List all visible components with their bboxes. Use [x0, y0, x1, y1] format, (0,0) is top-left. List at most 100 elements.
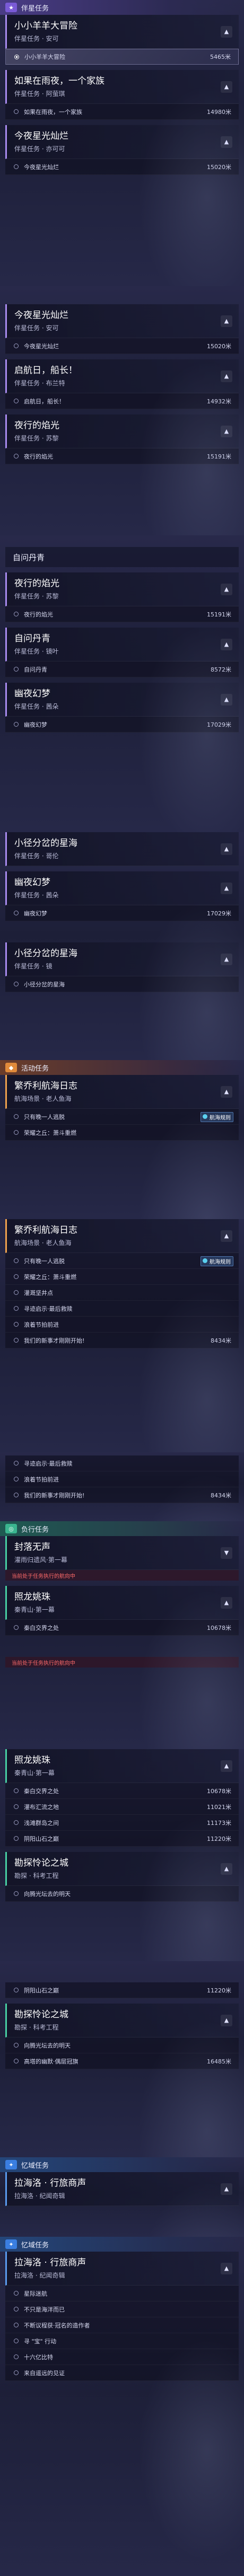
quest-title: 小径分岔的星海 [14, 838, 77, 849]
quest-step-selected[interactable]: 小小羊羊大冒险 5465米 [5, 49, 239, 65]
quest-card[interactable]: 夜行的焰光 伴星任务 · 苏黎 ▲ [5, 572, 239, 606]
quest-card[interactable]: 夜行的焰光 伴星任务 · 苏黎 ▲ [5, 414, 239, 448]
chevron-up-icon[interactable]: ▲ [221, 638, 232, 650]
chevron-up-icon[interactable]: ▲ [221, 882, 232, 894]
quest-step[interactable]: 夜行的焰光 15191米 [5, 606, 239, 622]
chevron-up-icon[interactable]: ▲ [221, 1230, 232, 1242]
quest-step[interactable]: 不断议程获·冠名的造作者 [5, 2317, 239, 2333]
quest-step[interactable]: 寻 "宝" 行动 [5, 2333, 239, 2349]
quest-card[interactable]: 幽夜幻梦 伴星任务 · 茜朵 ▲ [5, 871, 239, 905]
quest-card[interactable]: 幽夜幻梦 伴星任务 · 茜朵 ▲ [5, 683, 239, 717]
quest-step[interactable]: 寻迹启示·最后救赎 [5, 1301, 239, 1317]
chevron-down-icon[interactable]: ▼ [221, 1547, 232, 1559]
chevron-up-icon[interactable]: ▲ [221, 2183, 232, 2195]
radio-icon [14, 1461, 19, 1466]
quest-card[interactable]: 小径分岔的星海 伴星任务 · 哥伦 ▲ [5, 832, 239, 866]
chevron-up-icon[interactable]: ▲ [221, 425, 232, 437]
quest-card[interactable]: 照龙姚珠 秦青山·第一幕 ▲ [5, 1749, 239, 1783]
quest-step[interactable]: 今夜星光灿烂 15020米 [5, 338, 239, 354]
quest-step[interactable]: 启航日，船长！ 14932米 [5, 393, 239, 409]
quest-step[interactable]: 寻迹启示·最后救赎 [5, 1455, 239, 1471]
quest-card[interactable]: 今夜星光灿烂 伴星任务 · 亦可可 ▲ [5, 125, 239, 159]
chevron-up-icon[interactable]: ▲ [221, 953, 232, 965]
chevron-up-icon[interactable]: ▲ [221, 1596, 232, 1609]
nav-rules-badge[interactable]: 航海规则 [201, 1112, 233, 1122]
quest-step[interactable]: 小径分岔的星海 [5, 976, 239, 992]
chevron-up-icon[interactable]: ▲ [221, 25, 232, 38]
quest-card[interactable]: 今夜星光灿烂 伴星任务 · 安可 ▲ [5, 304, 239, 338]
section-title: 伴星任务 [21, 4, 49, 13]
chevron-up-icon[interactable]: ▲ [221, 1086, 232, 1098]
quest-card[interactable]: 封落无声 灌雨归遗风·第一幕 ▼ [5, 1536, 239, 1570]
radio-icon [14, 1322, 19, 1327]
step-label: 幽夜幻梦 [24, 910, 47, 917]
step-label: 如果在雨夜，一个家族 [24, 108, 82, 116]
quest-card[interactable]: 勘探怜论之城 勘探 · 科考工程 ▲ [5, 2004, 239, 2037]
destiny-badge-icon: ◎ [5, 1524, 17, 1533]
quest-card[interactable]: 小径分岔的星海 伴星任务 · 镜 ▲ [5, 942, 239, 976]
quest-card[interactable]: 照龙姚珠 秦青山·第一幕 ▲ [5, 1586, 239, 1620]
chevron-up-icon[interactable]: ▲ [221, 2262, 232, 2274]
quest-step[interactable]: 阴阳山石之巅 11220米 [5, 1982, 239, 1998]
quest-step[interactable]: 星际迷航 [5, 2286, 239, 2301]
chevron-up-icon[interactable]: ▲ [221, 1863, 232, 1875]
radio-icon [14, 1820, 19, 1825]
step-distance: 14980米 [207, 108, 231, 116]
quest-card[interactable]: 启航日，船长！ 伴星任务 · 布兰特 ▲ [5, 359, 239, 393]
quest-step[interactable]: 向腾光坛去的明天 [5, 1886, 239, 1902]
quest-step[interactable]: 向腾光坛去的明天 [5, 2037, 239, 2053]
chevron-up-icon[interactable]: ▲ [221, 81, 232, 93]
quest-step[interactable]: 灌溉坚井点 [5, 1285, 239, 1301]
step-label: 灌溉坚井点 [24, 1289, 53, 1296]
quest-step[interactable]: 高塔的幽默·偶层冠旗 16485米 [5, 2053, 239, 2069]
quest-card[interactable]: 拉海洛 · 行旅商声 拉海洛 · 纪闻奇辑 ▲ [5, 2252, 239, 2286]
quest-step[interactable]: 秦白交界之处 10678米 [5, 1620, 239, 1636]
chevron-up-icon[interactable]: ▲ [221, 315, 232, 327]
quest-step[interactable]: 只有晚一人逃脱 航海规则 [5, 1109, 239, 1125]
quest-card[interactable]: 繁乔利航海日志 航海场景 · 老人鱼海 ▲ [5, 1075, 239, 1109]
quest-step[interactable]: 浪着节拍前进 [5, 1471, 239, 1487]
warning-message: 当前处于任务执行的航向中 [5, 1657, 239, 1668]
chevron-up-icon[interactable]: ▲ [221, 2014, 232, 2026]
quest-step[interactable]: 浪着节拍前进 [5, 1317, 239, 1333]
chevron-up-icon[interactable]: ▲ [221, 693, 232, 705]
quest-card[interactable]: 自问丹青 伴星任务 · 镜叶 ▲ [5, 628, 239, 661]
quest-step[interactable]: 十六亿比特 [5, 2349, 239, 2365]
quest-step[interactable]: 阴阳山石之巅 11220米 [5, 1831, 239, 1847]
quest-step[interactable]: 幽夜幻梦 17029米 [5, 717, 239, 733]
nav-rules-badge[interactable]: 航海规则 [201, 1256, 233, 1266]
chevron-up-icon[interactable]: ▲ [221, 843, 232, 855]
chevron-up-icon[interactable]: ▲ [221, 136, 232, 148]
step-label: 夜行的焰光 [24, 453, 53, 460]
quest-step[interactable]: 灌布汇流之地 11021米 [5, 1799, 239, 1815]
quest-title: 拉海洛 · 行旅商声 [14, 2257, 86, 2268]
radio-icon [14, 2291, 19, 2296]
chevron-up-icon[interactable]: ▲ [221, 370, 232, 382]
panel-slice-4: 小径分岔的星海 伴星任务 · 哥伦 ▲ 幽夜幻梦 伴星任务 · 茜朵 ▲ 幽夜幻… [0, 832, 244, 1060]
quest-step[interactable]: 自问丹青 8572米 [5, 661, 239, 677]
quest-step[interactable]: 我们的新事才刚刚开始! 8434米 [5, 1333, 239, 1348]
quest-row-collapsed[interactable]: 自问丹青 [5, 547, 239, 567]
quest-step[interactable]: 来自遥远的见证 [5, 2365, 239, 2381]
quest-step[interactable]: 浅滩群岛之间 11173米 [5, 1815, 239, 1831]
quest-subtitle: 拉海洛 · 纪闻奇辑 [14, 2192, 65, 2200]
memory-badge-icon: ✦ [5, 2239, 17, 2249]
quest-card[interactable]: 勘探怜论之城 勘探 · 科考工程 ▲ [5, 1852, 239, 1886]
quest-step[interactable]: 荣耀之丘：萧斗重燃 [5, 1269, 239, 1285]
quest-card[interactable]: 拉海洛 · 行旅商声 拉海洛 · 纪闻奇辑 ▲ [5, 2172, 239, 2206]
quest-step[interactable]: 荣耀之丘：萧斗重燃 [5, 1125, 239, 1141]
chevron-up-icon[interactable]: ▲ [221, 1760, 232, 1772]
quest-step[interactable]: 夜行的焰光 15191米 [5, 448, 239, 464]
quest-step[interactable]: 幽夜幻梦 17029米 [5, 905, 239, 921]
quest-step[interactable]: 我们的新事才刚刚开始! 8434米 [5, 1487, 239, 1503]
quest-step[interactable]: 如果在雨夜，一个家族 14980米 [5, 104, 239, 120]
chevron-up-icon[interactable]: ▲ [221, 583, 232, 595]
quest-card[interactable]: 小小羊羊大冒险 伴星任务 · 安可 ▲ [5, 15, 239, 49]
quest-step[interactable]: 不只是海洋而已 [5, 2301, 239, 2317]
quest-card[interactable]: 如果在雨夜，一个家族 伴星任务 · 阿萤琪 ▲ [5, 70, 239, 104]
quest-step[interactable]: 秦白交界之处 10678米 [5, 1783, 239, 1799]
quest-card[interactable]: 繁乔利航海日志 航海场景 · 老人鱼海 ▲ [5, 1219, 239, 1253]
panel-slice-11: ✦ 忆域任务 拉海洛 · 行旅商声 拉海洛 · 纪闻奇辑 ▲ [0, 2157, 244, 2237]
quest-step[interactable]: 只有晚一人逃脱 航海规则 [5, 1253, 239, 1269]
quest-step[interactable]: 今夜星光灿烂 15020米 [5, 159, 239, 175]
